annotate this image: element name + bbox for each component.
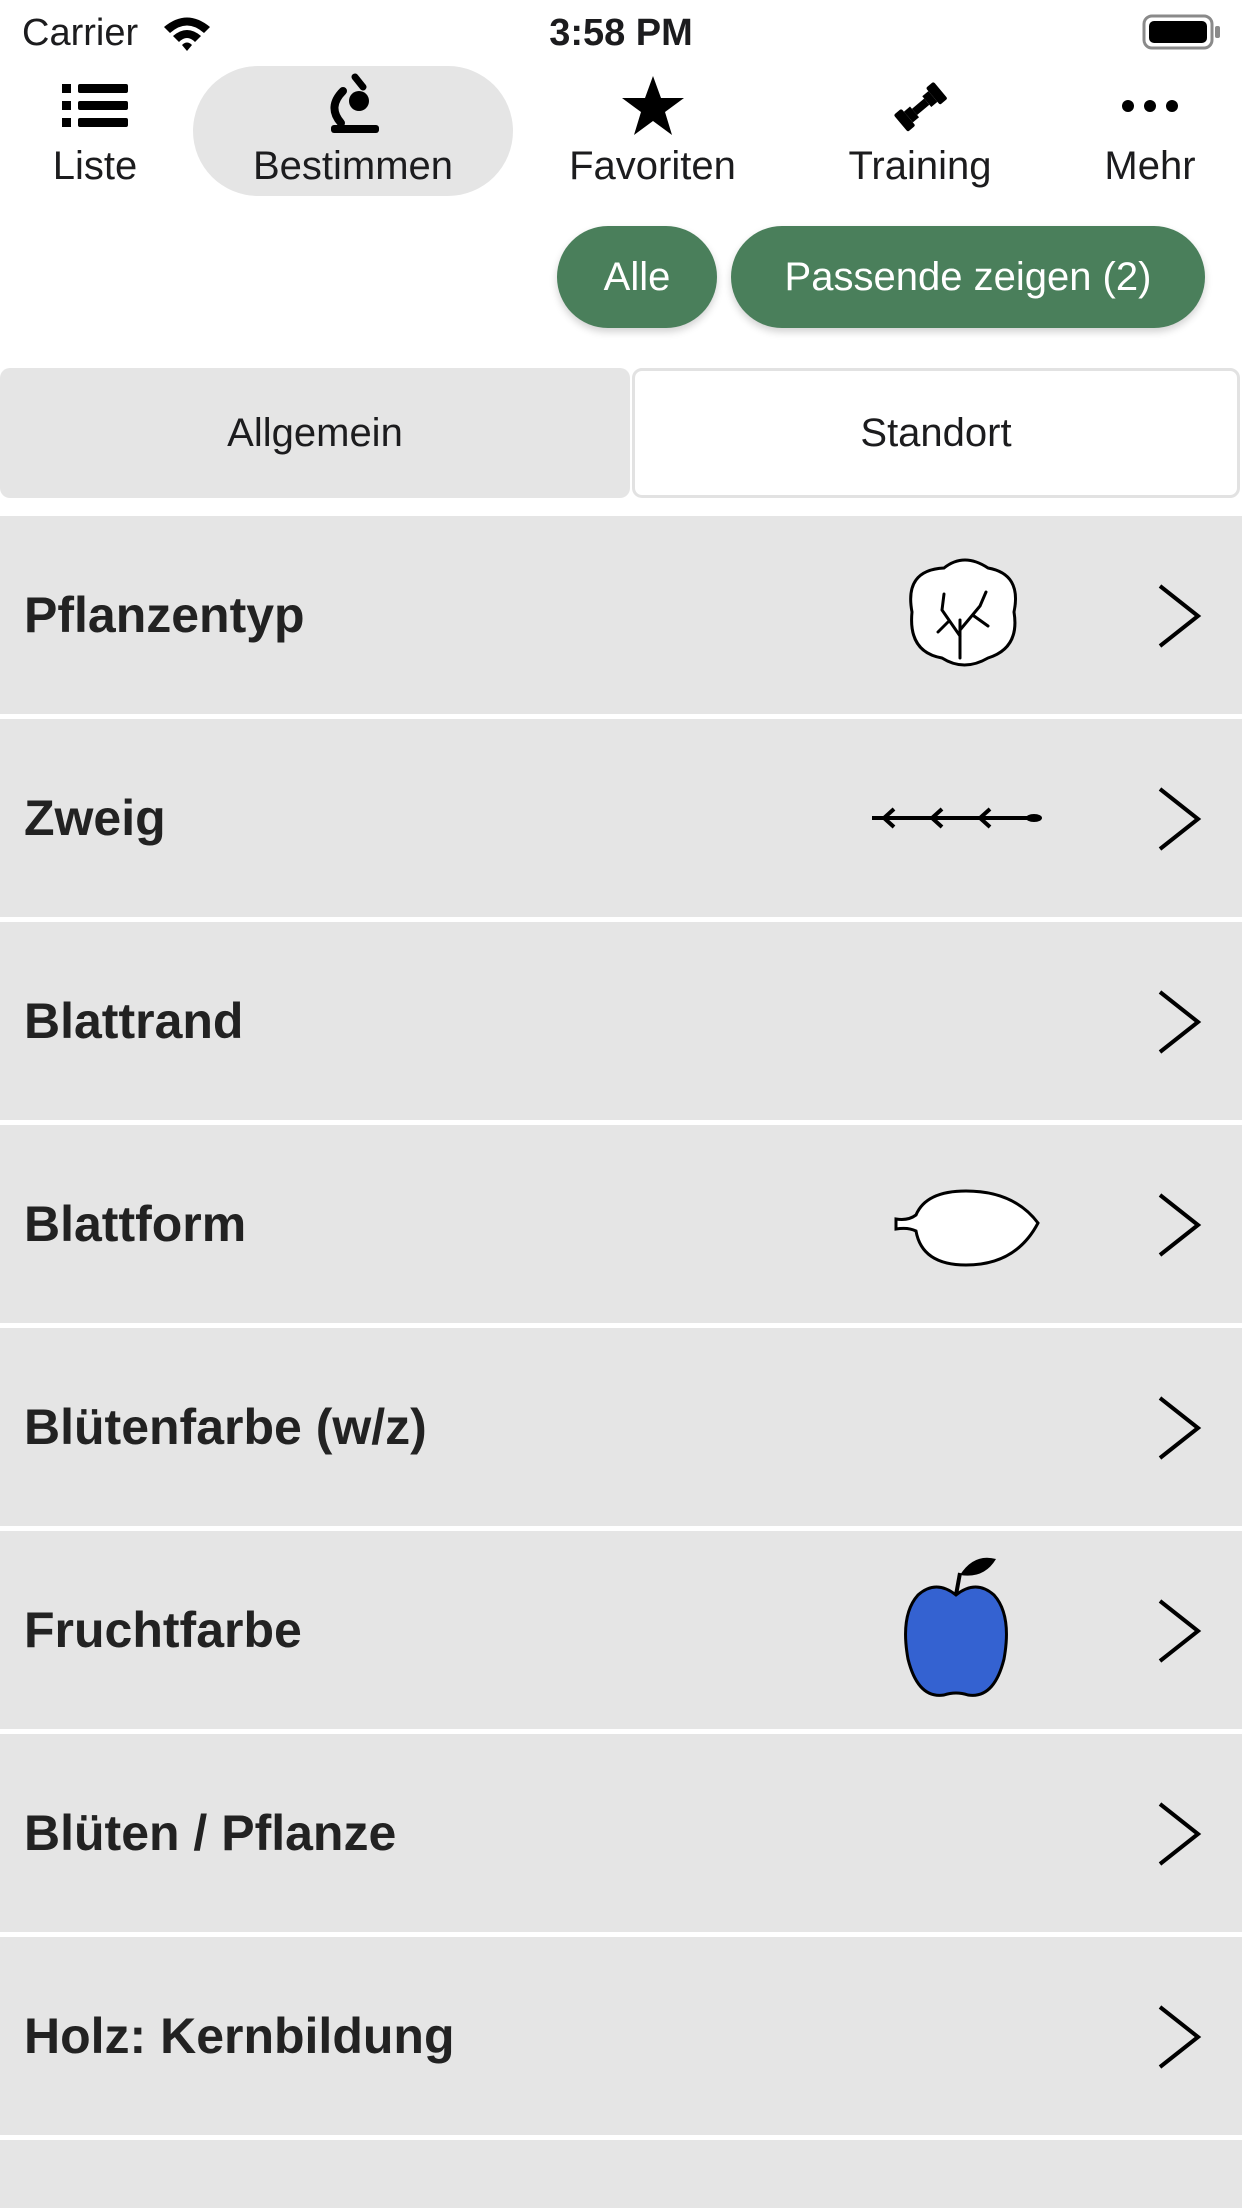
chevron-right-icon: [1158, 1396, 1202, 1460]
twig-icon: [872, 807, 1042, 829]
tree-crown-icon: [909, 558, 1017, 667]
list-item-bluetenfarbe[interactable]: Blütenfarbe (w/z): [0, 1328, 1242, 1526]
list-item-blueten-pflanze[interactable]: Blüten / Pflanze: [0, 1734, 1242, 1932]
all-button[interactable]: Alle: [557, 226, 717, 328]
chevron-right-icon: [1158, 1599, 1202, 1663]
list-item-fruchtfarbe[interactable]: Fruchtfarbe: [0, 1531, 1242, 1729]
row-label: Blütenfarbe (w/z): [24, 1399, 427, 1455]
row-label: Blattform: [24, 1196, 247, 1252]
dumbbell-icon: [894, 82, 947, 132]
tab-label: Training: [848, 144, 992, 188]
microscope-icon: [330, 73, 379, 133]
chevron-right-icon: [1158, 584, 1202, 648]
list-icon: [62, 84, 128, 127]
leaf-shape-icon: [894, 1189, 1040, 1267]
row-label: Zweig: [24, 790, 166, 846]
segment-standort[interactable]: Standort: [632, 368, 1240, 498]
status-time: 3:58 PM: [549, 12, 693, 54]
list-item-zweig[interactable]: Zweig: [0, 719, 1242, 917]
list-item-blattrand[interactable]: Blattrand: [0, 922, 1242, 1120]
status-bar: Carrier 3:58 PM: [0, 0, 1242, 64]
tab-label: Mehr: [1104, 144, 1196, 188]
row-label: Pflanzentyp: [24, 587, 305, 643]
list-item-pflanzentyp[interactable]: Pflanzentyp: [0, 516, 1242, 714]
row-label: Holz: Kernbildung: [24, 2008, 455, 2064]
row-label: Fruchtfarbe: [24, 1602, 302, 1658]
more-icon: [1122, 100, 1178, 112]
show-matching-button[interactable]: Passende zeigen (2): [731, 226, 1205, 328]
chevron-right-icon: [1158, 787, 1202, 851]
segment-allgemein[interactable]: Allgemein: [0, 368, 630, 498]
chevron-right-icon: [1158, 1802, 1202, 1866]
tab-label: Favoriten: [569, 144, 736, 188]
chevron-right-icon: [1158, 2005, 1202, 2069]
chevron-right-icon: [1158, 990, 1202, 1054]
tab-bestimmen[interactable]: Bestimmen: [193, 66, 513, 196]
apple-icon: [904, 1557, 1008, 1697]
tab-training[interactable]: Training: [830, 66, 1010, 196]
tab-mehr[interactable]: Mehr: [1075, 66, 1225, 196]
row-label: Blattrand: [24, 993, 244, 1049]
list-item-blattform[interactable]: Blattform: [0, 1125, 1242, 1323]
tab-bar: Liste Bestimmen Favoriten Training Mehr: [0, 64, 1242, 200]
list-item-holz-kernbildung[interactable]: Holz: Kernbildung: [0, 1937, 1242, 2135]
tab-liste[interactable]: Liste: [10, 66, 180, 196]
row-label: Blüten / Pflanze: [24, 1805, 397, 1861]
tab-label: Bestimmen: [252, 144, 454, 188]
battery-icon: [1142, 14, 1220, 50]
star-icon: [621, 76, 684, 135]
list-item-partial[interactable]: [0, 2140, 1242, 2208]
tab-label: Liste: [52, 144, 138, 188]
chevron-right-icon: [1158, 1193, 1202, 1257]
tab-favoriten[interactable]: Favoriten: [555, 66, 750, 196]
